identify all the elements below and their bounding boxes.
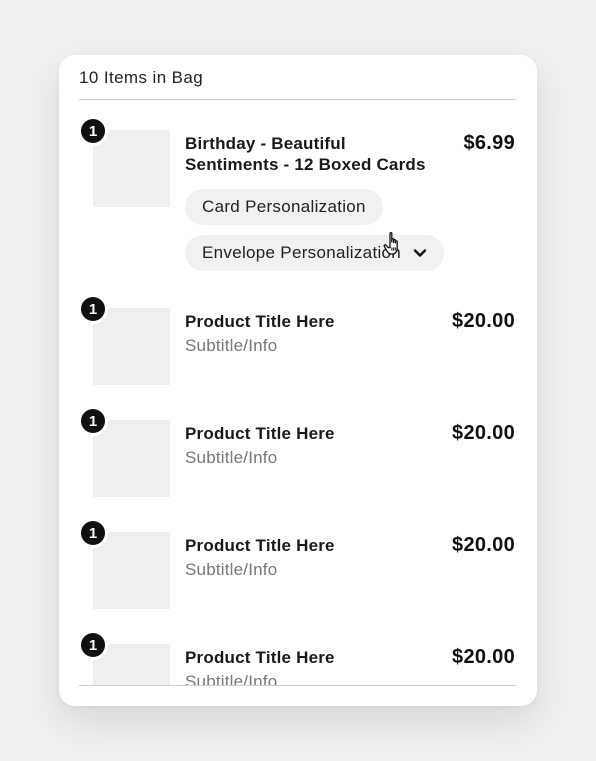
shopping-bag-panel: 10 Items in Bag 1 Birthday - Beautiful S… [59,55,537,706]
bag-item-count: 10 Items in Bag [79,68,204,87]
product-thumbnail[interactable] [93,130,170,207]
product-title[interactable]: Product Title Here [185,423,435,444]
product-title[interactable]: Product Title Here [185,311,435,332]
product-price: $20.00 [452,422,515,444]
product-title[interactable]: Product Title Here [185,647,435,668]
quantity-badge: 1 [78,630,108,660]
product-price: $20.00 [452,646,515,668]
card-personalization-button[interactable]: Card Personalization [185,189,383,225]
product-subtitle: Subtitle/Info [185,336,278,355]
product-thumbnail[interactable] [93,532,170,609]
product-title[interactable]: Birthday - Beautiful Sentiments - 12 Box… [185,133,435,175]
product-price: $6.99 [463,132,515,154]
card-personalization-label: Card Personalization [202,197,366,216]
product-title[interactable]: Product Title Here [185,535,435,556]
product-price: $20.00 [452,534,515,556]
envelope-personalization-dropdown[interactable]: Envelope Personalization [185,235,445,271]
product-price: $20.00 [452,310,515,332]
product-subtitle: Subtitle/Info [185,672,278,685]
product-subtitle: Subtitle/Info [185,560,278,579]
chevron-down-icon [413,246,427,260]
product-subtitle: Subtitle/Info [185,448,278,467]
footer-divider [79,685,516,686]
quantity-badge: 1 [78,518,108,548]
quantity-badge: 1 [78,116,108,146]
quantity-badge: 1 [78,406,108,436]
envelope-personalization-label: Envelope Personalization [202,243,402,262]
product-thumbnail[interactable] [93,420,170,497]
bag-item-list[interactable]: 1 Birthday - Beautiful Sentiments - 12 B… [59,100,537,685]
product-thumbnail[interactable] [93,308,170,385]
quantity-badge: 1 [78,294,108,324]
